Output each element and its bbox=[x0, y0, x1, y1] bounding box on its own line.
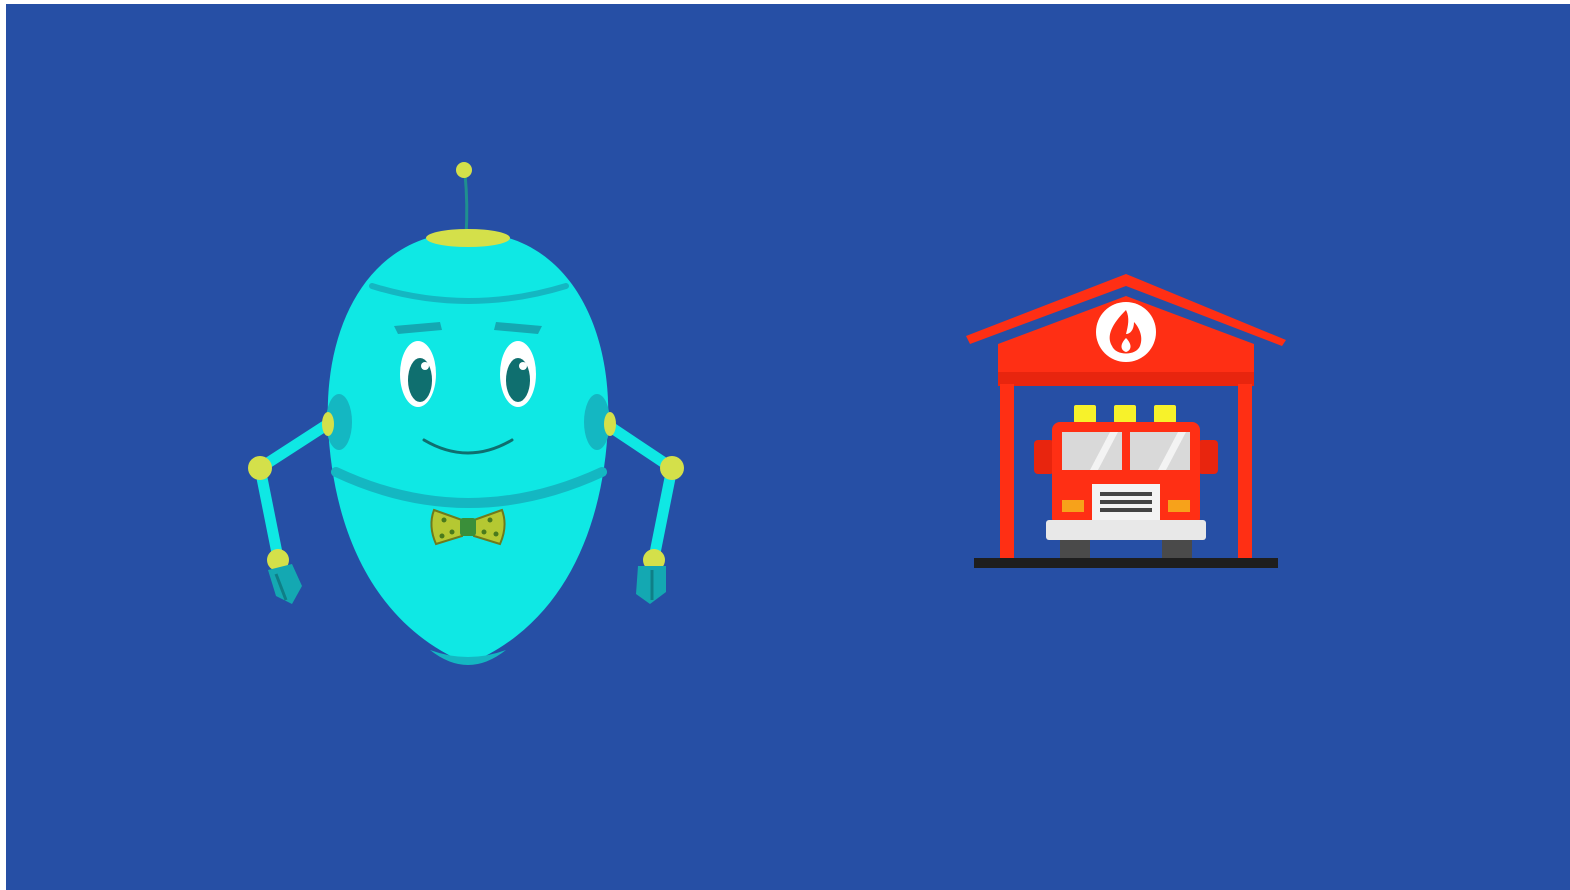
flame-icon bbox=[1096, 302, 1156, 362]
robot-head-cap bbox=[426, 229, 510, 247]
scene-canvas bbox=[6, 4, 1570, 890]
truck-light-left bbox=[1074, 405, 1096, 423]
robot-antenna bbox=[463, 173, 469, 237]
background bbox=[6, 4, 1570, 890]
truck-wheel-left bbox=[1060, 540, 1090, 558]
truck-bumper bbox=[1046, 520, 1206, 540]
truck-light-right bbox=[1154, 405, 1176, 423]
robot-antenna-tip bbox=[456, 162, 472, 178]
fire-truck-icon bbox=[1034, 405, 1218, 558]
scene-svg bbox=[6, 4, 1570, 890]
fire-station-right-pillar bbox=[1238, 384, 1252, 560]
fire-station-left-pillar bbox=[1000, 384, 1014, 560]
truck-headlight-left bbox=[1062, 500, 1084, 512]
truck-wheel-right bbox=[1162, 540, 1192, 558]
fire-station-ground bbox=[974, 558, 1278, 568]
robot-left-eye bbox=[400, 341, 436, 407]
robot-right-eye bbox=[500, 341, 536, 407]
truck-light-center bbox=[1114, 405, 1136, 423]
truck-headlight-right bbox=[1168, 500, 1190, 512]
